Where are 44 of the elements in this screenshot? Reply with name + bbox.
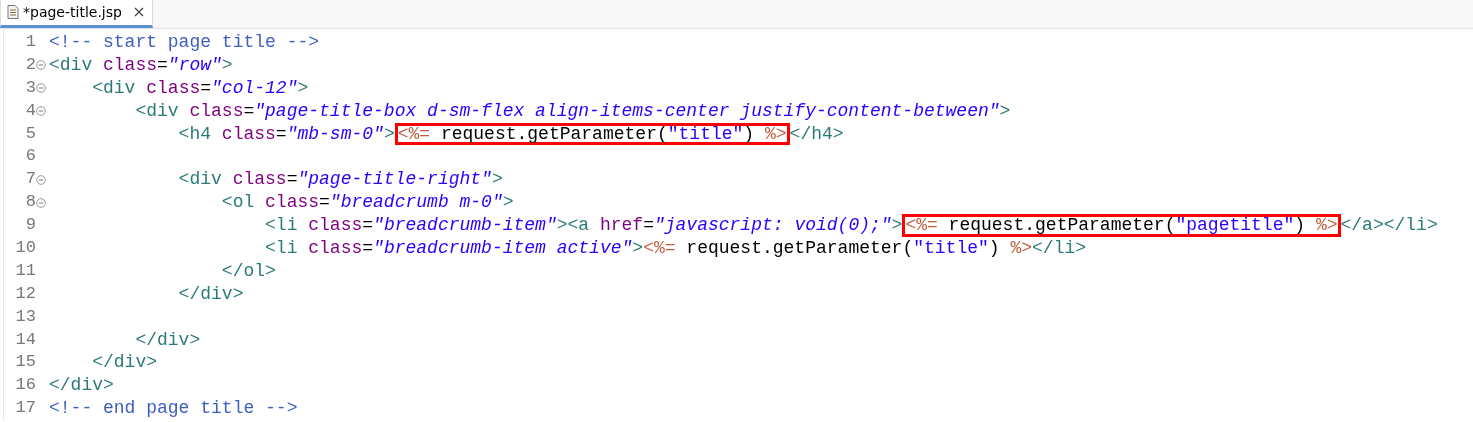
line-number: 11 (14, 259, 36, 282)
file-icon (7, 5, 19, 19)
code-line: <div class="page-title-box d-sm-flex align-items-center justify-content-between"> (134, 99, 1011, 123)
collapse-icon[interactable] (36, 197, 46, 208)
line-number: 12 (14, 282, 36, 305)
collapse-icon[interactable] (36, 174, 46, 185)
code-line: </ol> (220, 259, 276, 283)
code-text: </h4> (789, 122, 844, 146)
line-number: 3 (24, 76, 36, 99)
line-number: 13 (14, 305, 36, 328)
line-number: 9 (24, 214, 36, 237)
line-number: 2 (24, 53, 36, 76)
code-text: </a></li> (1340, 214, 1438, 237)
file-tab[interactable]: *page-title.jsp (0, 0, 153, 28)
code-line: <div class="page-title-right"> (177, 168, 503, 192)
line-number: 14 (14, 328, 36, 351)
code-line: </div> (177, 282, 244, 306)
highlight-box: <%= request.getParameter("title") %> (394, 122, 790, 146)
code-line: </div> (134, 328, 201, 352)
line-number: 16 (14, 374, 36, 397)
line-number: 1 (24, 31, 36, 53)
line-number: 7 (24, 168, 36, 191)
code-line: <!-- start page title --> (49, 31, 320, 54)
line-number: 6 (24, 145, 36, 168)
code-line: <!-- end page title --> (49, 397, 298, 421)
code-line: </div> (91, 351, 158, 375)
line-number: 15 (14, 351, 36, 374)
code-line: <div class="col-12"> (91, 76, 309, 100)
code-text: <li class="breadcrumb-item"><a href="javascript: void(0);"> (264, 214, 903, 237)
line-number: 17 (14, 397, 36, 420)
line-number: 10 (14, 237, 36, 259)
code-line: <li class="breadcrumb-item active"><%= request.getParameter("title") %></li> (264, 237, 1087, 260)
line-number: 4 (24, 99, 36, 122)
collapse-icon[interactable] (36, 60, 46, 71)
code-line: <ol class="breadcrumb m-0"> (220, 191, 514, 215)
close-icon[interactable] (133, 7, 144, 17)
collapse-icon[interactable] (36, 83, 46, 94)
collapse-icon[interactable] (36, 106, 46, 117)
line-number: 8 (24, 191, 36, 214)
highlight-box: <%= request.getParameter("pagetitle") %> (902, 214, 1341, 237)
line-number: 5 (24, 122, 36, 145)
code-line: </div> (49, 374, 114, 398)
code-line: <div class="row"> (49, 53, 233, 77)
code-text: <h4 class="mb-sm-0"> (177, 122, 395, 146)
